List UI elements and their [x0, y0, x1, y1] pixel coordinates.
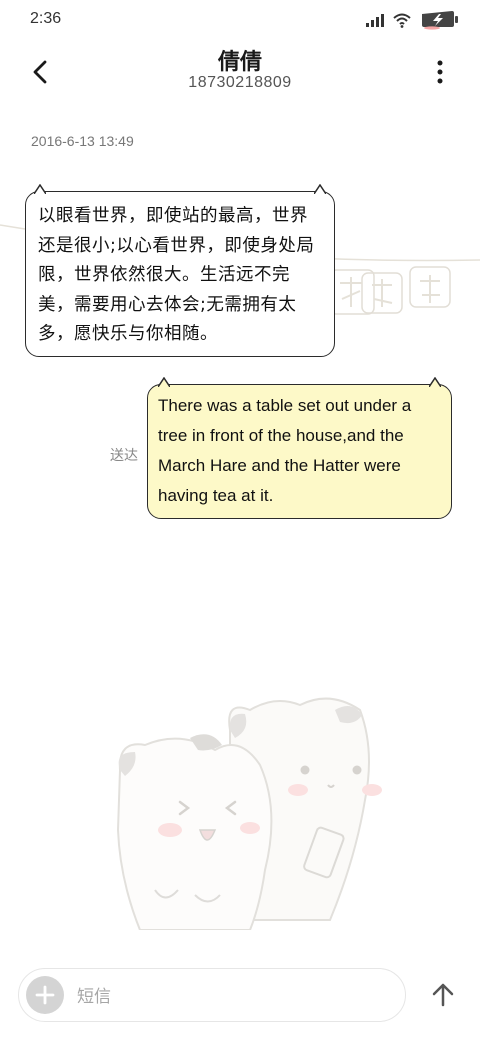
- delivery-status: 送达: [110, 448, 138, 464]
- status-icons: [366, 10, 460, 30]
- cat-sticker-background: [116, 697, 382, 930]
- contact-name: 倩倩: [217, 50, 262, 75]
- add-attachment-button[interactable]: [26, 976, 64, 1014]
- messaging-screen: 2:36 倩倩 18730218809 2016-6-13 13:49 以眼看世…: [0, 0, 480, 1040]
- plus-icon: [35, 985, 55, 1005]
- incoming-message-text: 以眼看世界，即使站的最高，世界还是很小;以心看世界，即使身处局限，世界依然很大。…: [38, 206, 315, 344]
- bubble-ear-left: [34, 184, 46, 194]
- bubble-ear-right: [429, 377, 441, 387]
- message-input[interactable]: [75, 981, 379, 1013]
- status-time: 2:36: [30, 10, 62, 27]
- message-timestamp: 2016-6-13 13:49: [31, 133, 134, 149]
- message-compose-bar: [18, 968, 406, 1022]
- wifi-icon: [392, 12, 412, 28]
- battery-charging-icon: [420, 10, 460, 30]
- more-vertical-icon: [437, 60, 443, 84]
- more-options-button[interactable]: [422, 54, 458, 90]
- status-bar: 2:36: [0, 0, 480, 40]
- bubble-ear-right: [314, 184, 326, 194]
- outgoing-message-text: There was a table set out under a tree i…: [158, 396, 412, 505]
- bubble-ear-left: [158, 377, 170, 387]
- outgoing-message-bubble[interactable]: There was a table set out under a tree i…: [147, 377, 452, 519]
- send-arrow-up-icon: [432, 983, 454, 1007]
- signal-icon: [366, 13, 384, 27]
- send-button[interactable]: [424, 976, 462, 1014]
- incoming-message-bubble[interactable]: 以眼看世界，即使站的最高，世界还是很小;以心看世界，即使身处局限，世界依然很大。…: [25, 184, 335, 357]
- contact-phone-number: 18730218809: [188, 74, 292, 91]
- conversation-header: 倩倩 18730218809: [0, 40, 480, 104]
